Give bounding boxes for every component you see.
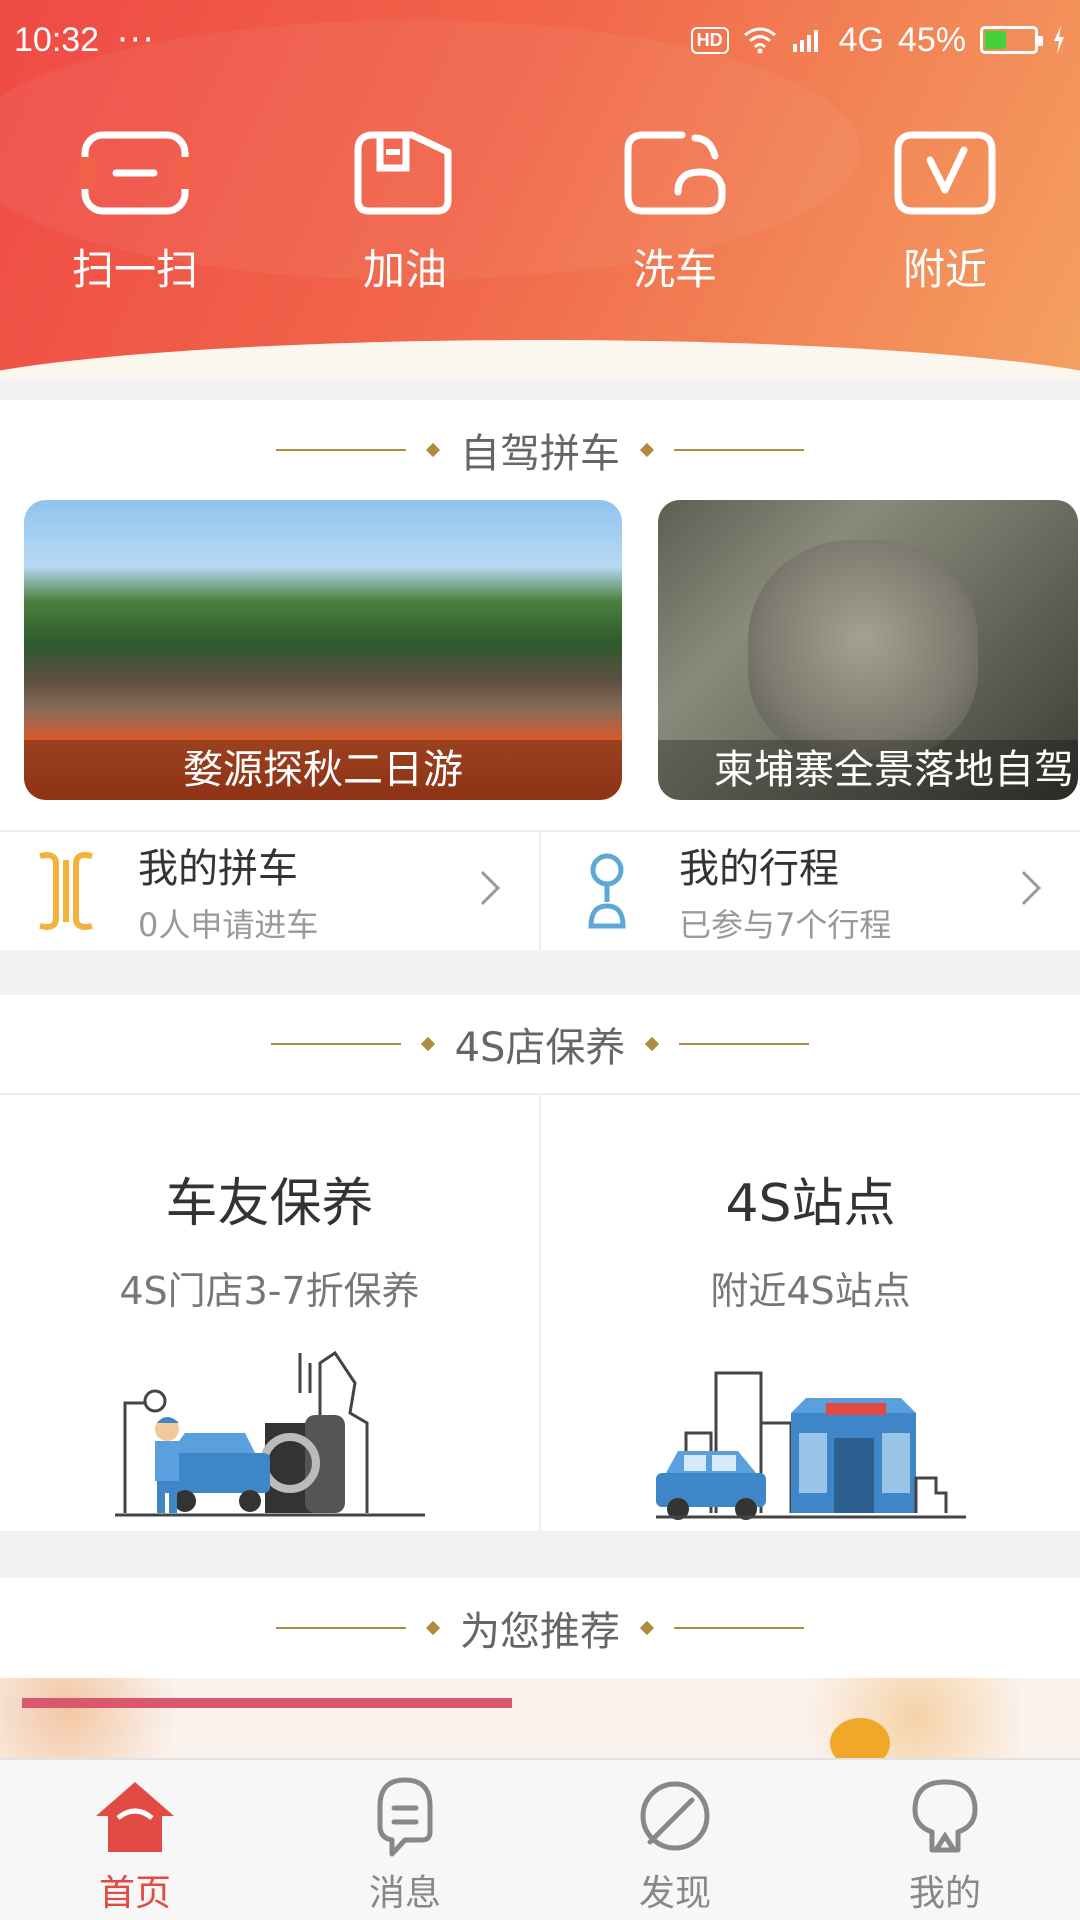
- title-line-left: [276, 449, 406, 451]
- diamond-icon: [645, 1036, 660, 1052]
- carpool-icon: [39, 852, 93, 930]
- banner-decoration: [0, 1678, 220, 1758]
- signal-icon: [792, 30, 818, 52]
- chevron-right-icon: [466, 871, 500, 905]
- recommend-title-text: 为您推荐: [460, 1609, 620, 1655]
- tab-profile[interactable]: 我的: [810, 1760, 1080, 1920]
- tab-profile-label: 我的: [908, 1873, 981, 1914]
- trip-carousel[interactable]: 婺源探秋二日游 柬埔寨全景落地自驾: [0, 500, 1080, 800]
- hd-icon: HD: [690, 26, 729, 54]
- my-carpool-title: 我的拼车: [138, 846, 298, 892]
- maintenance-section-title: 4S店保养: [0, 995, 1080, 1095]
- dealership-illustration: [655, 1371, 966, 1520]
- battery-percent: 45%: [897, 20, 966, 59]
- diamond-icon: [425, 442, 441, 458]
- diamond-icon: [425, 1620, 441, 1636]
- trip-card[interactable]: 婺源探秋二日游: [24, 500, 622, 800]
- recommend-banner[interactable]: [0, 1678, 1080, 1758]
- diamond-icon: [639, 1620, 655, 1636]
- header-banner: 10:32 ··· HD 4G 45% 扫一扫 加油 洗车 附近: [0, 0, 1080, 380]
- quick-fuel-button[interactable]: 加油: [270, 130, 540, 297]
- 4s-station-title: 4S站点: [725, 1174, 896, 1234]
- maintenance-section: 4S店保养 车友保养 4S门店3-7折保养 4S站点 附近4S站点: [0, 995, 1080, 1531]
- quick-wash-button[interactable]: 洗车: [540, 130, 810, 297]
- chevron-right-icon: [1007, 871, 1041, 905]
- wifi-icon: [743, 27, 776, 54]
- carpool-links: 我的拼车 0人申请进车 我的行程 已参与7个行程: [0, 830, 1080, 950]
- status-dots: ···: [117, 20, 156, 60]
- bottom-tab-bar: 首页 消息 发现 我的: [0, 1758, 1080, 1920]
- discover-icon: [640, 1781, 710, 1851]
- mechanic-illustration: [114, 1350, 425, 1517]
- diamond-icon: [639, 442, 655, 458]
- title-line-left: [276, 1627, 406, 1629]
- maintenance-title-text: 4S店保养: [454, 1025, 626, 1071]
- my-trips-title: 我的行程: [679, 846, 839, 892]
- trip-card-caption: 柬埔寨全景落地自驾: [658, 740, 1078, 800]
- recommend-section-title: 为您推荐: [0, 1578, 1080, 1678]
- banner-decoration: [22, 1698, 512, 1708]
- fuel-icon: [354, 131, 452, 215]
- title-line-right: [679, 1043, 810, 1045]
- tab-messages-label: 消息: [368, 1873, 441, 1914]
- home-icon: [96, 1782, 174, 1852]
- statue-face-image: [748, 540, 978, 760]
- my-trips-sub: 已参与7个行程: [679, 906, 892, 944]
- message-icon: [377, 1777, 433, 1857]
- tab-messages[interactable]: 消息: [270, 1760, 540, 1920]
- recommend-section: 为您推荐: [0, 1578, 1080, 1758]
- battery-icon: [980, 26, 1043, 54]
- my-carpool-link[interactable]: 我的拼车 0人申请进车: [0, 832, 539, 950]
- car-wash-icon: [624, 131, 726, 215]
- tab-home-label: 首页: [98, 1873, 171, 1914]
- quick-scan-label: 扫一扫: [71, 245, 198, 294]
- quick-nearby-button[interactable]: 附近: [810, 130, 1080, 297]
- carpool-section-title: 自驾拼车: [0, 400, 1080, 500]
- 4s-station-sub: 附近4S站点: [710, 1269, 911, 1313]
- quick-nearby-label: 附近: [902, 245, 987, 294]
- banner-decoration: [760, 1678, 1020, 1758]
- car-maintenance-title: 车友保养: [165, 1174, 374, 1234]
- charging-icon: [1054, 26, 1064, 54]
- header-curve: [0, 340, 1080, 380]
- profile-icon: [912, 1779, 978, 1853]
- diamond-icon: [420, 1036, 435, 1052]
- status-bar: 10:32 ··· HD 4G 45%: [0, 0, 1080, 80]
- trip-person-icon: [588, 853, 626, 929]
- network-type: 4G: [838, 20, 884, 59]
- carpool-title-text: 自驾拼车: [460, 431, 620, 477]
- my-carpool-sub: 0人申请进车: [138, 906, 319, 944]
- tab-discover-label: 发现: [638, 1873, 711, 1914]
- carpool-section: 自驾拼车 婺源探秋二日游 柬埔寨全景落地自驾 我的拼车 0人申请进车 我的行程 …: [0, 400, 1080, 950]
- maintenance-grid: 车友保养 4S门店3-7折保养 4S站点 附近4S站点: [0, 1095, 1080, 1531]
- nearby-icon: [894, 131, 996, 215]
- quick-actions: 扫一扫 加油 洗车 附近: [0, 130, 1080, 297]
- quick-fuel-label: 加油: [362, 245, 447, 294]
- title-line-right: [674, 1627, 804, 1629]
- trip-card-caption: 婺源探秋二日游: [24, 740, 622, 800]
- tab-discover[interactable]: 发现: [540, 1760, 810, 1920]
- title-line-right: [674, 449, 804, 451]
- car-maintenance-sub: 4S门店3-7折保养: [119, 1269, 420, 1313]
- status-icons: HD 4G 45%: [690, 20, 1066, 60]
- quick-wash-label: 洗车: [632, 245, 717, 294]
- title-line-left: [270, 1043, 401, 1045]
- status-time: 10:32: [14, 20, 100, 59]
- 4s-station-card[interactable]: 4S站点 附近4S站点: [539, 1095, 1080, 1531]
- car-maintenance-card[interactable]: 车友保养 4S门店3-7折保养: [0, 1095, 539, 1531]
- scan-icon: [80, 131, 190, 215]
- tab-home[interactable]: 首页: [0, 1760, 270, 1920]
- trip-card[interactable]: 柬埔寨全景落地自驾: [658, 500, 1078, 800]
- quick-scan-button[interactable]: 扫一扫: [0, 130, 270, 297]
- my-trips-link[interactable]: 我的行程 已参与7个行程: [539, 832, 1080, 950]
